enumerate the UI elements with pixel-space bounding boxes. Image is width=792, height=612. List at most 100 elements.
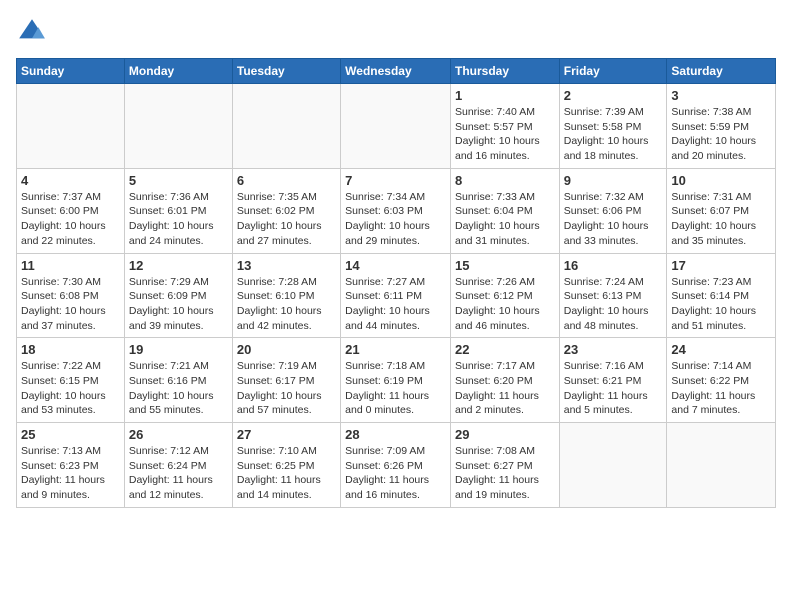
day-info: Sunrise: 7:39 AM Sunset: 5:58 PM Dayligh…	[564, 105, 663, 164]
day-info: Sunrise: 7:12 AM Sunset: 6:24 PM Dayligh…	[129, 444, 228, 503]
calendar-cell: 28 Sunrise: 7:09 AM Sunset: 6:26 PM Dayli…	[341, 423, 451, 508]
calendar-cell: 17 Sunrise: 7:23 AM Sunset: 6:14 PM Dayli…	[667, 253, 776, 338]
calendar-week-4: 18 Sunrise: 7:22 AM Sunset: 6:15 PM Dayli…	[17, 338, 776, 423]
calendar-cell: 29 Sunrise: 7:08 AM Sunset: 6:27 PM Dayli…	[450, 423, 559, 508]
day-number: 13	[237, 258, 336, 273]
calendar-cell: 4 Sunrise: 7:37 AM Sunset: 6:00 PM Daylig…	[17, 168, 125, 253]
calendar-cell: 22Sunrise: 7:17 AM Sunset: 6:20 PM Dayli…	[450, 338, 559, 423]
day-number: 20	[237, 342, 336, 357]
day-number: 24	[671, 342, 771, 357]
calendar-cell: 16 Sunrise: 7:24 AM Sunset: 6:13 PM Dayli…	[559, 253, 667, 338]
calendar-cell: 12 Sunrise: 7:29 AM Sunset: 6:09 PM Dayli…	[124, 253, 232, 338]
calendar-week-5: 25 Sunrise: 7:13 AM Sunset: 6:23 PM Dayli…	[17, 423, 776, 508]
day-number: 18	[21, 342, 120, 357]
day-info: Sunrise: 7:34 AM Sunset: 6:03 PM Dayligh…	[345, 190, 446, 249]
calendar-header-wednesday: Wednesday	[341, 59, 451, 84]
day-info: Sunrise: 7:32 AM Sunset: 6:06 PM Dayligh…	[564, 190, 663, 249]
day-number: 23	[564, 342, 663, 357]
logo	[16, 16, 52, 48]
day-info: Sunrise: 7:27 AM Sunset: 6:11 PM Dayligh…	[345, 275, 446, 334]
calendar-cell: 13 Sunrise: 7:28 AM Sunset: 6:10 PM Dayli…	[232, 253, 340, 338]
day-number: 12	[129, 258, 228, 273]
day-number: 9	[564, 173, 663, 188]
calendar-header-saturday: Saturday	[667, 59, 776, 84]
day-info: Sunrise: 7:18 AM Sunset: 6:19 PM Dayligh…	[345, 359, 446, 418]
day-info: Sunrise: 7:38 AM Sunset: 5:59 PM Dayligh…	[671, 105, 771, 164]
day-number: 11	[21, 258, 120, 273]
day-number: 27	[237, 427, 336, 442]
day-number: 15	[455, 258, 555, 273]
calendar-cell: 24Sunrise: 7:14 AM Sunset: 6:22 PM Dayli…	[667, 338, 776, 423]
calendar-cell	[667, 423, 776, 508]
day-number: 19	[129, 342, 228, 357]
calendar-cell: 11 Sunrise: 7:30 AM Sunset: 6:08 PM Dayli…	[17, 253, 125, 338]
calendar-cell: 2 Sunrise: 7:39 AM Sunset: 5:58 PM Daylig…	[559, 84, 667, 169]
calendar-week-1: 1 Sunrise: 7:40 AM Sunset: 5:57 PM Daylig…	[17, 84, 776, 169]
calendar-header-monday: Monday	[124, 59, 232, 84]
day-number: 4	[21, 173, 120, 188]
day-info: Sunrise: 7:13 AM Sunset: 6:23 PM Dayligh…	[21, 444, 120, 503]
day-info: Sunrise: 7:30 AM Sunset: 6:08 PM Dayligh…	[21, 275, 120, 334]
day-info: Sunrise: 7:37 AM Sunset: 6:00 PM Dayligh…	[21, 190, 120, 249]
day-info: Sunrise: 7:19 AM Sunset: 6:17 PM Dayligh…	[237, 359, 336, 418]
calendar-cell: 21 Sunrise: 7:18 AM Sunset: 6:19 PM Dayli…	[341, 338, 451, 423]
day-info: Sunrise: 7:16 AM Sunset: 6:21 PM Dayligh…	[564, 359, 663, 418]
calendar-header-row: SundayMondayTuesdayWednesdayThursdayFrid…	[17, 59, 776, 84]
calendar-header-tuesday: Tuesday	[232, 59, 340, 84]
day-number: 22	[455, 342, 555, 357]
day-number: 26	[129, 427, 228, 442]
day-number: 7	[345, 173, 446, 188]
day-number: 3	[671, 88, 771, 103]
day-number: 1	[455, 88, 555, 103]
day-info: Sunrise: 7:22 AM Sunset: 6:15 PM Dayligh…	[21, 359, 120, 418]
calendar-cell: 9 Sunrise: 7:32 AM Sunset: 6:06 PM Daylig…	[559, 168, 667, 253]
day-number: 8	[455, 173, 555, 188]
calendar-cell: 6 Sunrise: 7:35 AM Sunset: 6:02 PM Daylig…	[232, 168, 340, 253]
day-info: Sunrise: 7:33 AM Sunset: 6:04 PM Dayligh…	[455, 190, 555, 249]
day-info: Sunrise: 7:35 AM Sunset: 6:02 PM Dayligh…	[237, 190, 336, 249]
calendar-cell: 7 Sunrise: 7:34 AM Sunset: 6:03 PM Daylig…	[341, 168, 451, 253]
day-number: 2	[564, 88, 663, 103]
day-info: Sunrise: 7:08 AM Sunset: 6:27 PM Dayligh…	[455, 444, 555, 503]
calendar-cell	[341, 84, 451, 169]
calendar-cell: 1 Sunrise: 7:40 AM Sunset: 5:57 PM Daylig…	[450, 84, 559, 169]
calendar-week-2: 4 Sunrise: 7:37 AM Sunset: 6:00 PM Daylig…	[17, 168, 776, 253]
calendar-cell	[124, 84, 232, 169]
day-info: Sunrise: 7:40 AM Sunset: 5:57 PM Dayligh…	[455, 105, 555, 164]
calendar-week-3: 11 Sunrise: 7:30 AM Sunset: 6:08 PM Dayli…	[17, 253, 776, 338]
day-number: 29	[455, 427, 555, 442]
day-number: 10	[671, 173, 771, 188]
calendar-header-friday: Friday	[559, 59, 667, 84]
calendar-cell	[17, 84, 125, 169]
calendar-cell: 23 Sunrise: 7:16 AM Sunset: 6:21 PM Dayli…	[559, 338, 667, 423]
day-number: 5	[129, 173, 228, 188]
day-number: 17	[671, 258, 771, 273]
day-info: Sunrise: 7:24 AM Sunset: 6:13 PM Dayligh…	[564, 275, 663, 334]
calendar-cell: 25 Sunrise: 7:13 AM Sunset: 6:23 PM Dayli…	[17, 423, 125, 508]
calendar-cell: 14 Sunrise: 7:27 AM Sunset: 6:11 PM Dayli…	[341, 253, 451, 338]
page-header	[16, 16, 776, 48]
calendar-cell	[232, 84, 340, 169]
calendar-cell: 5 Sunrise: 7:36 AM Sunset: 6:01 PM Daylig…	[124, 168, 232, 253]
calendar-header-thursday: Thursday	[450, 59, 559, 84]
day-number: 28	[345, 427, 446, 442]
day-number: 6	[237, 173, 336, 188]
calendar-cell: 18 Sunrise: 7:22 AM Sunset: 6:15 PM Dayli…	[17, 338, 125, 423]
calendar-cell	[559, 423, 667, 508]
day-number: 25	[21, 427, 120, 442]
day-info: Sunrise: 7:23 AM Sunset: 6:14 PM Dayligh…	[671, 275, 771, 334]
calendar-cell: 8 Sunrise: 7:33 AM Sunset: 6:04 PM Daylig…	[450, 168, 559, 253]
day-info: Sunrise: 7:09 AM Sunset: 6:26 PM Dayligh…	[345, 444, 446, 503]
calendar-cell: 3 Sunrise: 7:38 AM Sunset: 5:59 PM Daylig…	[667, 84, 776, 169]
day-info: Sunrise: 7:36 AM Sunset: 6:01 PM Dayligh…	[129, 190, 228, 249]
calendar-cell: 20 Sunrise: 7:19 AM Sunset: 6:17 PM Dayli…	[232, 338, 340, 423]
calendar-cell: 27 Sunrise: 7:10 AM Sunset: 6:25 PM Dayli…	[232, 423, 340, 508]
day-info: Sunrise: 7:10 AM Sunset: 6:25 PM Dayligh…	[237, 444, 336, 503]
day-number: 21	[345, 342, 446, 357]
day-number: 16	[564, 258, 663, 273]
day-info: Sunrise: 7:28 AM Sunset: 6:10 PM Dayligh…	[237, 275, 336, 334]
day-number: 14	[345, 258, 446, 273]
calendar-cell: 10Sunrise: 7:31 AM Sunset: 6:07 PM Dayli…	[667, 168, 776, 253]
day-info: Sunrise: 7:26 AM Sunset: 6:12 PM Dayligh…	[455, 275, 555, 334]
day-info: Sunrise: 7:29 AM Sunset: 6:09 PM Dayligh…	[129, 275, 228, 334]
